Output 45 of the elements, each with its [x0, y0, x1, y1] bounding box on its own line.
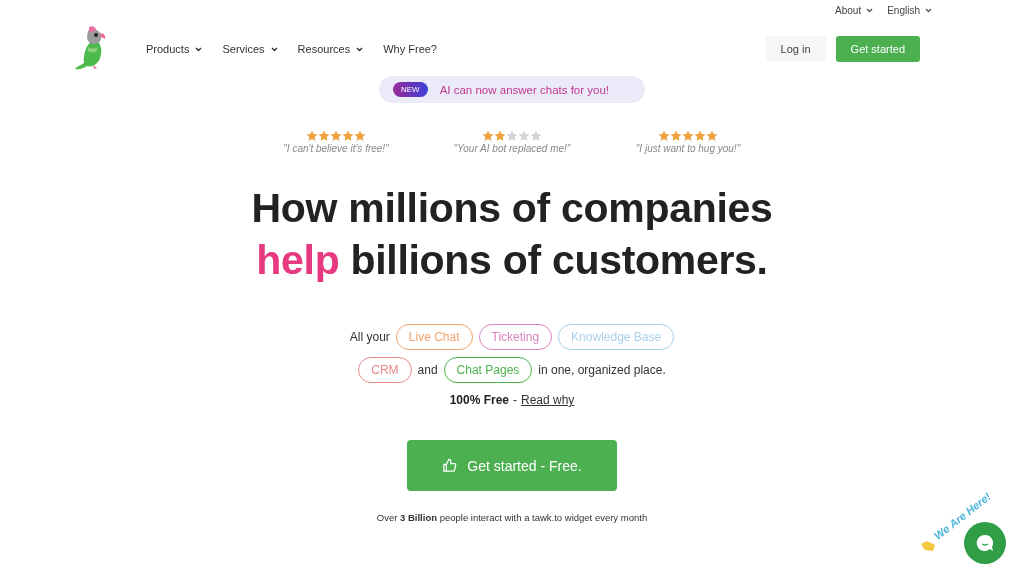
- star-icon: [682, 130, 694, 141]
- star-icon: [306, 130, 318, 141]
- feature-text: and: [417, 363, 438, 377]
- nav-menu-item[interactable]: Services: [222, 43, 278, 55]
- star-icon: [342, 130, 354, 141]
- chevron-down-icon: [195, 46, 203, 52]
- feature-text: All your: [349, 330, 390, 344]
- nav-menu-item[interactable]: Why Free?: [383, 43, 437, 55]
- star-icon: [318, 130, 330, 141]
- chevron-down-icon: [925, 7, 932, 13]
- star-icon: [330, 130, 342, 141]
- announcement-text: AI can now answer chats for you!: [439, 83, 610, 96]
- dash-text: -: [513, 393, 517, 407]
- nav-menu-item[interactable]: Resources: [297, 43, 364, 55]
- feature-text: in one, organized place.: [538, 363, 666, 377]
- headline-line: How millions of companies: [251, 184, 773, 233]
- star-icon: [518, 130, 530, 141]
- star-icon: [494, 130, 506, 141]
- read-why-link[interactable]: Read why: [521, 393, 575, 407]
- star-icon: [670, 130, 682, 141]
- star-icon: [694, 130, 706, 141]
- login-button[interactable]: Log in: [765, 36, 826, 62]
- star-icon: [706, 130, 718, 141]
- announcement-banner[interactable]: NEW AI can now answer chats for you!: [378, 76, 646, 103]
- review-quote: "I can't believe it's free!": [283, 143, 389, 154]
- review-quote: "Your AI bot replaced me!": [453, 143, 571, 154]
- thumbs-up-icon: [442, 458, 458, 473]
- star-icon: [482, 130, 494, 141]
- chat-bubble-icon: [975, 533, 995, 553]
- review-quote: "I just want to hug you!": [635, 143, 741, 154]
- utility-menu-item[interactable]: About: [835, 2, 874, 18]
- star-icon: [354, 130, 366, 141]
- chevron-down-icon: [270, 46, 278, 52]
- star-icon: [530, 130, 542, 141]
- chevron-down-icon: [866, 7, 874, 13]
- headline-line: help billions of customers.: [255, 236, 769, 285]
- free-label: 100% Free: [449, 393, 509, 407]
- chevron-down-icon: [356, 46, 364, 52]
- usage-note: Over 3 Billion people interact with a tawk.to widget every month: [376, 512, 648, 523]
- utility-menu-item[interactable]: English: [887, 2, 932, 18]
- nav-menu-item[interactable]: Products: [146, 43, 203, 55]
- chat-widget-button[interactable]: [964, 522, 1006, 564]
- new-badge: NEW: [392, 82, 428, 97]
- star-icon: [658, 130, 670, 141]
- star-icon: [506, 130, 518, 141]
